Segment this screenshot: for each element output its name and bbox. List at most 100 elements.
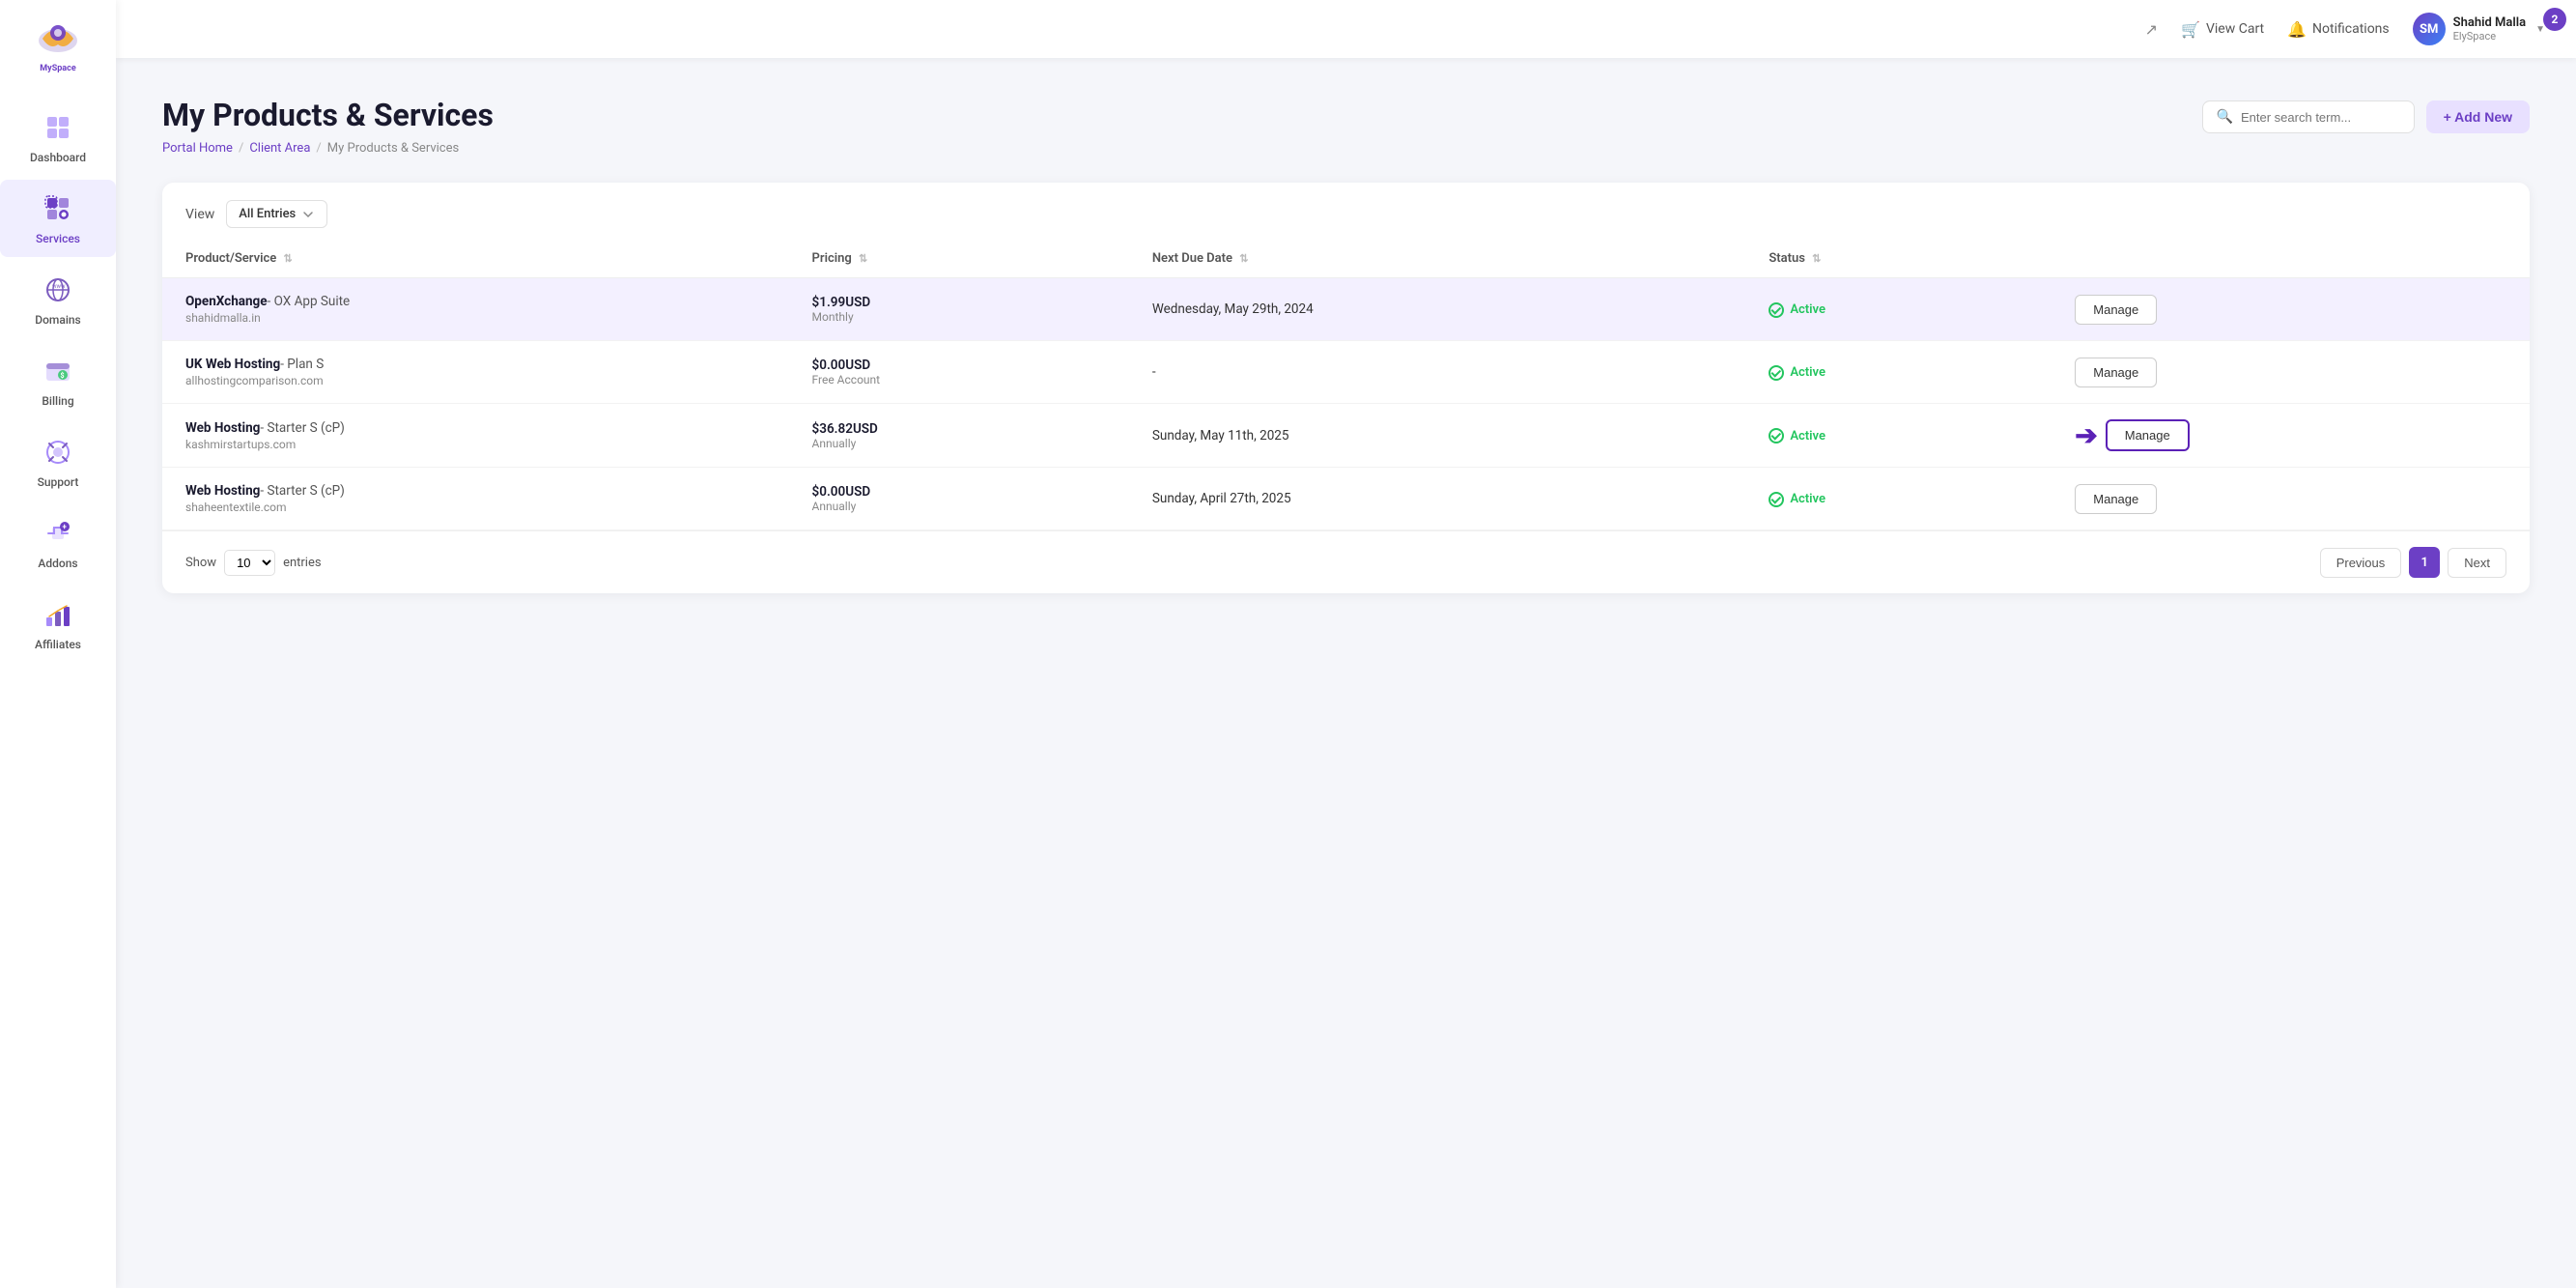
table-row: OpenXchange- OX App Suite shahidmalla.in… bbox=[162, 278, 2530, 341]
page-content: My Products & Services 🔍 + Add New Porta… bbox=[116, 58, 2576, 1288]
cell-date-2: - bbox=[1129, 341, 1745, 404]
price-1: $1.99USD bbox=[812, 295, 1106, 310]
sidebar-item-affiliates[interactable]: Affiliates bbox=[0, 586, 116, 663]
cell-pricing-3: $36.82USD Annually bbox=[789, 404, 1129, 468]
breadcrumb-sep-1: / bbox=[239, 141, 243, 156]
period-2: Free Account bbox=[812, 373, 1106, 386]
notification-count-badge: 2 bbox=[2543, 8, 2566, 31]
cell-status-3: Active bbox=[1745, 404, 2052, 468]
search-box[interactable]: 🔍 bbox=[2202, 100, 2415, 133]
sort-product-icon: ⇅ bbox=[283, 252, 292, 265]
view-cart-label: View Cart bbox=[2206, 21, 2264, 37]
entries-select[interactable]: 10 25 50 bbox=[224, 550, 275, 576]
billing-icon: $ bbox=[41, 354, 75, 388]
entries-label: entries bbox=[283, 556, 322, 570]
period-4: Annually bbox=[812, 500, 1106, 513]
product-name-4: Web Hosting- Starter S (cP) bbox=[185, 483, 766, 499]
col-actions bbox=[2052, 240, 2530, 278]
current-page[interactable]: 1 bbox=[2409, 547, 2440, 578]
product-domain-3: kashmirstartups.com bbox=[185, 438, 766, 451]
cell-action-1: Manage bbox=[2052, 278, 2530, 341]
view-label: View bbox=[185, 207, 214, 222]
cell-product-1: OpenXchange- OX App Suite shahidmalla.in bbox=[162, 278, 789, 341]
product-domain-4: shaheentextile.com bbox=[185, 501, 766, 514]
sidebar-item-support[interactable]: Support bbox=[0, 423, 116, 501]
sidebar-item-label-services: Services bbox=[36, 232, 80, 245]
cell-date-4: Sunday, April 27th, 2025 bbox=[1129, 468, 1745, 530]
search-input[interactable] bbox=[2241, 110, 2400, 125]
table-row: Web Hosting- Starter S (cP) kashmirstart… bbox=[162, 404, 2530, 468]
product-name-1: OpenXchange- OX App Suite bbox=[185, 294, 766, 309]
manage-button-3[interactable]: Manage bbox=[2106, 419, 2190, 451]
breadcrumb-client-area[interactable]: Client Area bbox=[249, 141, 310, 156]
manage-button-1[interactable]: Manage bbox=[2075, 295, 2157, 325]
product-name-3: Web Hosting- Starter S (cP) bbox=[185, 420, 766, 436]
show-entries: Show 10 25 50 entries bbox=[185, 550, 322, 576]
notifications-action[interactable]: 🔔 Notifications bbox=[2287, 20, 2390, 39]
product-domain-2: allhostingcomparison.com bbox=[185, 374, 766, 387]
breadcrumb-portal-home[interactable]: Portal Home bbox=[162, 141, 233, 156]
add-new-button[interactable]: + Add New bbox=[2426, 100, 2530, 133]
svg-text:www: www bbox=[52, 283, 66, 290]
col-pricing[interactable]: Pricing ⇅ bbox=[789, 240, 1129, 278]
next-button[interactable]: Next bbox=[2448, 548, 2506, 578]
dropdown-chevron-icon bbox=[301, 208, 315, 221]
sidebar-item-label-domains: Domains bbox=[35, 313, 80, 327]
table-toolbar: View All Entries bbox=[162, 183, 2530, 240]
view-select[interactable]: All Entries bbox=[226, 200, 327, 228]
cell-pricing-2: $0.00USD Free Account bbox=[789, 341, 1129, 404]
price-4: $0.00USD bbox=[812, 484, 1106, 500]
status-active-icon-4 bbox=[1769, 492, 1784, 507]
sidebar-item-billing[interactable]: $ Billing bbox=[0, 342, 116, 419]
share-action[interactable]: ↗ bbox=[2145, 20, 2158, 39]
view-cart-action[interactable]: 🛒 View Cart bbox=[2181, 20, 2264, 39]
breadcrumb: Portal Home / Client Area / My Products … bbox=[162, 141, 2530, 156]
sidebar-item-services[interactable]: Services bbox=[0, 180, 116, 257]
sidebar-item-domains[interactable]: www Domains bbox=[0, 261, 116, 338]
dashboard-icon bbox=[41, 110, 75, 145]
table-row: UK Web Hosting- Plan S allhostingcompari… bbox=[162, 341, 2530, 404]
svg-text:$: $ bbox=[61, 372, 65, 380]
sidebar-item-label-billing: Billing bbox=[42, 394, 73, 408]
bell-icon: 🔔 bbox=[2287, 20, 2307, 39]
products-table-card: View All Entries Product/Service ⇅ bbox=[162, 183, 2530, 593]
sidebar-item-addons[interactable]: + Addons bbox=[0, 504, 116, 582]
user-info: Shahid Malla ElySpace bbox=[2453, 15, 2526, 43]
status-label-3: Active bbox=[1790, 429, 1826, 444]
products-table: Product/Service ⇅ Pricing ⇅ Next Due Dat… bbox=[162, 240, 2530, 530]
sidebar-item-label-support: Support bbox=[38, 475, 79, 489]
chevron-down-icon: ▼ bbox=[2535, 24, 2545, 35]
status-label-1: Active bbox=[1790, 302, 1826, 317]
sidebar-item-label-dashboard: Dashboard bbox=[30, 151, 86, 164]
logo[interactable]: MySpace bbox=[33, 19, 83, 73]
support-icon bbox=[41, 435, 75, 470]
previous-button[interactable]: Previous bbox=[2320, 548, 2402, 578]
price-3: $36.82USD bbox=[812, 421, 1106, 437]
user-name: Shahid Malla bbox=[2453, 15, 2526, 30]
user-sub: ElySpace bbox=[2453, 30, 2526, 43]
cell-date-3: Sunday, May 11th, 2025 bbox=[1129, 404, 1745, 468]
page-title: My Products & Services bbox=[162, 97, 494, 133]
status-active-icon-1 bbox=[1769, 302, 1784, 318]
cell-status-4: Active bbox=[1745, 468, 2052, 530]
table-header: Product/Service ⇅ Pricing ⇅ Next Due Dat… bbox=[162, 240, 2530, 278]
sidebar-item-label-addons: Addons bbox=[38, 557, 77, 570]
svg-text:+: + bbox=[63, 523, 68, 531]
col-product[interactable]: Product/Service ⇅ bbox=[162, 240, 789, 278]
cell-pricing-4: $0.00USD Annually bbox=[789, 468, 1129, 530]
user-menu[interactable]: SM Shahid Malla ElySpace ▼ bbox=[2413, 13, 2545, 45]
table-body: OpenXchange- OX App Suite shahidmalla.in… bbox=[162, 278, 2530, 530]
view-option-label: All Entries bbox=[239, 207, 296, 221]
manage-button-4[interactable]: Manage bbox=[2075, 484, 2157, 514]
topbar: ↗ 🛒 View Cart 🔔 Notifications SM Shahid … bbox=[116, 0, 2576, 58]
cell-product-3: Web Hosting- Starter S (cP) kashmirstart… bbox=[162, 404, 789, 468]
col-status[interactable]: Status ⇅ bbox=[1745, 240, 2052, 278]
col-due-date[interactable]: Next Due Date ⇅ bbox=[1129, 240, 1745, 278]
manage-button-2[interactable]: Manage bbox=[2075, 358, 2157, 387]
status-active-icon-2 bbox=[1769, 365, 1784, 381]
breadcrumb-sep-2: / bbox=[316, 141, 321, 156]
sidebar-item-dashboard[interactable]: Dashboard bbox=[0, 99, 116, 176]
sort-date-icon: ⇅ bbox=[1239, 252, 1248, 265]
pagination: Previous 1 Next bbox=[2320, 547, 2506, 578]
table-row: Web Hosting- Starter S (cP) shaheentexti… bbox=[162, 468, 2530, 530]
